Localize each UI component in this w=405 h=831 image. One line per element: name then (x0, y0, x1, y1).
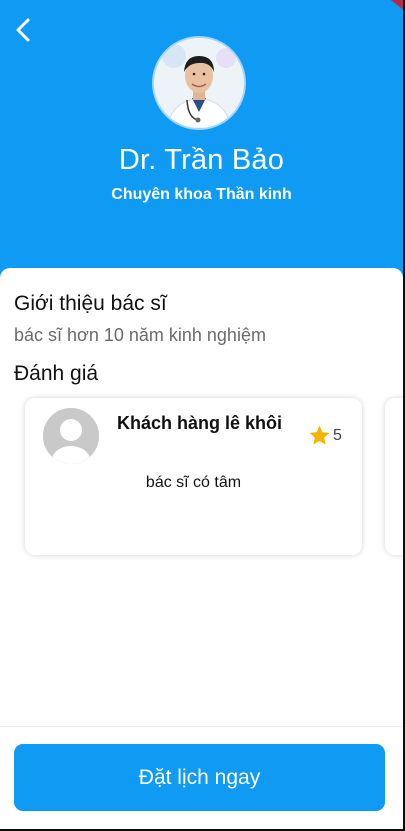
reviewer-avatar-icon (43, 408, 99, 464)
doctor-content-panel: Giới thiệu bác sĩ bác sĩ hơn 10 năm kinh… (0, 268, 403, 738)
doctor-avatar (154, 38, 244, 128)
back-button[interactable] (8, 14, 38, 46)
review-comment: bác sĩ có tâm (145, 474, 242, 491)
reviewer-name: Khách hàng lê khôi (117, 413, 283, 433)
doctor-detail-screen: Dr. Trần Bảo Chuyên khoa Thần kinh Giới … (0, 0, 403, 829)
doctor-specialty: Chuyên khoa Thần kinh (111, 186, 292, 203)
intro-text: bác sĩ hơn 10 năm kinh nghiệm (14, 325, 266, 345)
debug-corner-banner (376, 0, 403, 16)
doctor-name: Dr. Trần Bảo (118, 144, 285, 176)
chevron-left-icon (16, 18, 30, 42)
star-icon (309, 425, 330, 445)
reviews-title: Đánh giá (14, 362, 99, 385)
review-score: 5 (333, 426, 342, 444)
review-card[interactable]: Khách hàng lê khôi 5 bác sĩ có tâm (25, 398, 362, 555)
intro-title: Giới thiệu bác sĩ (14, 292, 167, 315)
doctor-header: Dr. Trần Bảo Chuyên khoa Thần kinh (0, 0, 403, 300)
review-rating: 5 (308, 424, 342, 447)
book-appointment-button[interactable]: Đặt lịch ngay (14, 744, 385, 811)
bottom-action-bar: Đặt lịch ngay (0, 726, 403, 829)
review-card-next[interactable] (385, 398, 403, 555)
